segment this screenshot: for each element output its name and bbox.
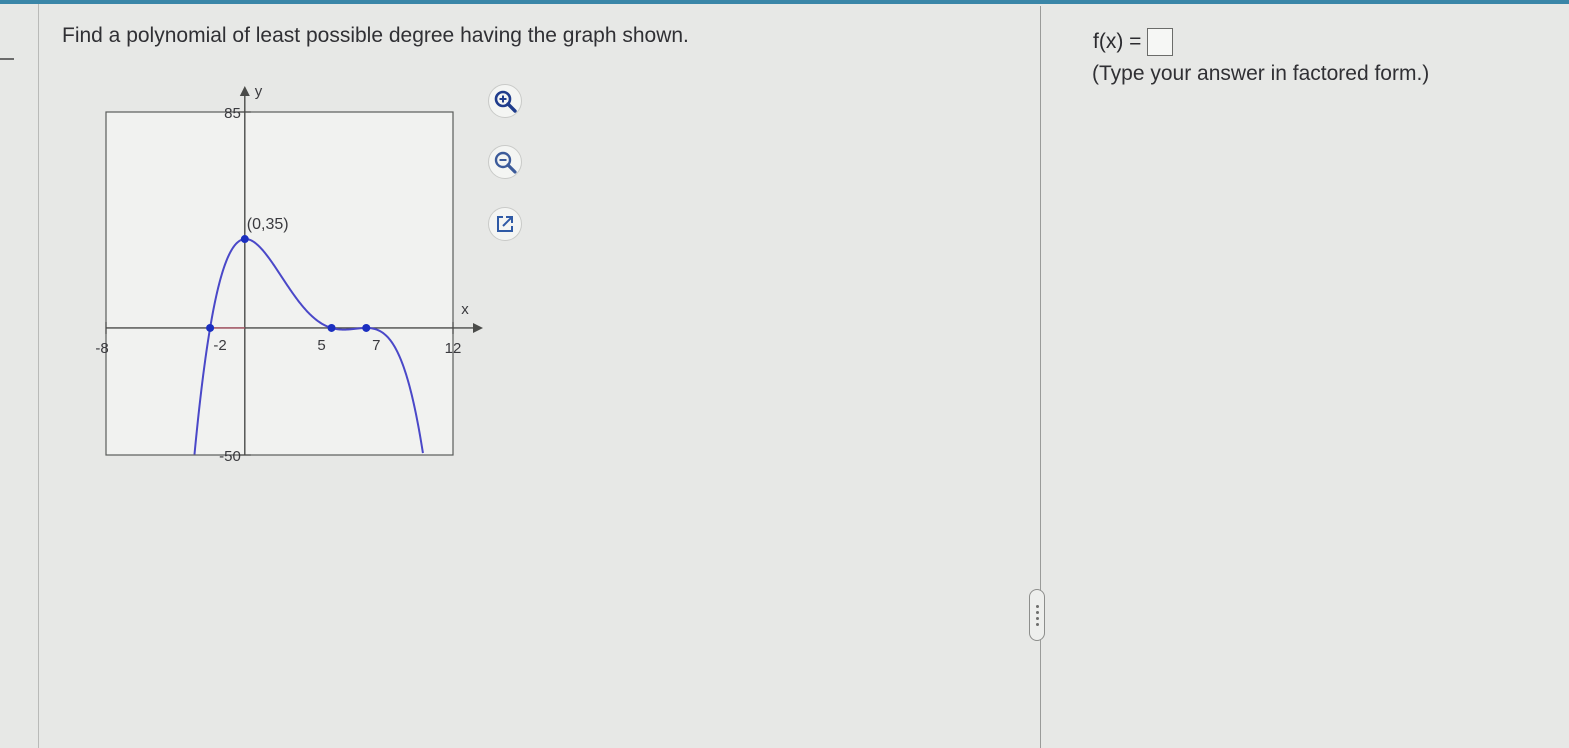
x-axis-label: x bbox=[461, 301, 469, 318]
graph-area: y x 85 -50 -8 12 -2 5 7 (0,35) bbox=[80, 72, 500, 472]
answer-row: f(x) = bbox=[1093, 28, 1174, 56]
x-min-label: -8 bbox=[95, 340, 108, 357]
zoom-out-button[interactable] bbox=[488, 145, 522, 179]
external-link-icon bbox=[497, 216, 513, 232]
handle-dot bbox=[1035, 610, 1039, 614]
handle-dot bbox=[1035, 616, 1039, 620]
zoom-in-button[interactable] bbox=[488, 84, 522, 118]
popout-button[interactable] bbox=[488, 207, 522, 241]
x-intercept-label: 7 bbox=[372, 337, 380, 354]
polynomial-graph: y x 85 -50 -8 12 -2 5 7 (0,35) bbox=[95, 83, 483, 465]
x-intercept-label: -2 bbox=[213, 337, 226, 354]
left-border bbox=[38, 4, 39, 748]
handle-dot bbox=[1035, 604, 1039, 608]
graph-point bbox=[327, 323, 336, 332]
x-intercept-label: 5 bbox=[317, 337, 325, 354]
graph-point bbox=[240, 235, 249, 244]
zoom-in-icon bbox=[494, 90, 517, 113]
graph-point bbox=[206, 323, 215, 332]
plot-frame bbox=[105, 111, 454, 456]
graph-point bbox=[362, 323, 371, 332]
question-text: Find a polynomial of least possible degr… bbox=[62, 24, 689, 47]
answer-hint: (Type your answer in factored form.) bbox=[1092, 62, 1430, 85]
x-axis-arrow bbox=[473, 322, 483, 333]
answer-prompt: f(x) = bbox=[1093, 30, 1142, 53]
answer-input-box[interactable] bbox=[1147, 28, 1174, 56]
top-accent-bar bbox=[0, 0, 1569, 4]
y-max-label: 85 bbox=[224, 105, 241, 122]
left-marker bbox=[0, 58, 14, 60]
zoom-out-icon bbox=[494, 151, 517, 174]
divider-drag-handle[interactable] bbox=[1029, 589, 1045, 641]
y-intercept-label: (0,35) bbox=[247, 216, 289, 233]
x-max-label: 12 bbox=[445, 340, 462, 357]
y-axis-arrow bbox=[239, 86, 250, 96]
handle-dot bbox=[1035, 622, 1039, 626]
y-axis-label: y bbox=[255, 83, 263, 100]
y-min-label: -50 bbox=[219, 448, 241, 465]
